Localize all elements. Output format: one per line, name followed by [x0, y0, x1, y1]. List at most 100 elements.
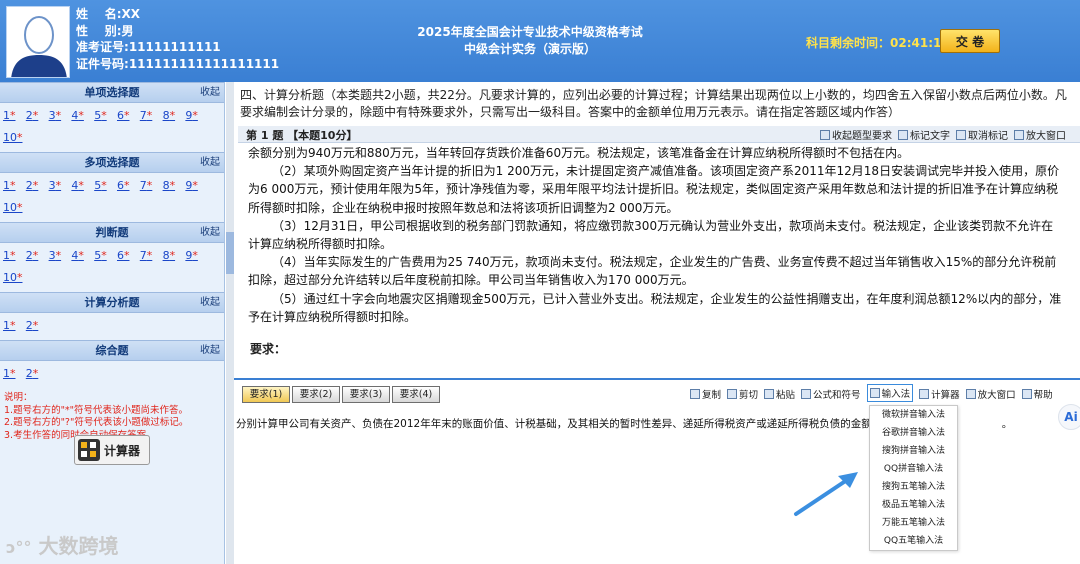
question-link[interactable]: 3* [49, 246, 72, 266]
question-link[interactable]: 2* [26, 364, 49, 384]
input-method-option[interactable]: QQ拼音输入法 [870, 460, 957, 478]
note-line: 2.题号右方的"?"符号代表该小题做过标记。 [4, 417, 189, 428]
formula-symbol-button[interactable]: 公式和符号 [801, 386, 861, 402]
input-method-option[interactable]: 搜狗五笔输入法 [870, 478, 957, 496]
unanswered-star-icon: * [123, 249, 130, 262]
unanswered-star-icon: * [10, 179, 16, 192]
question-link-number: 3 [48, 179, 56, 192]
question-link[interactable]: 10* [3, 268, 26, 288]
mark-text-icon [898, 129, 908, 140]
input-method-option[interactable]: 极品五笔输入法 [870, 496, 957, 514]
question-link-number: 2 [25, 319, 33, 332]
panel-splitter[interactable] [226, 82, 234, 564]
enlarge-window-button[interactable]: 放大窗口 [1014, 127, 1066, 142]
question-link[interactable]: 8* [163, 176, 186, 196]
collapse-section-button[interactable]: 收起 [200, 341, 220, 361]
question-link[interactable]: 1* [3, 246, 26, 266]
gender-label: 性 别: [76, 23, 122, 38]
tool-label: 剪切 [739, 390, 759, 401]
question-link[interactable]: 6* [117, 246, 140, 266]
collapse-requirements-button[interactable]: 收起题型要求 [820, 127, 892, 142]
input-method-option[interactable]: 谷歌拼音输入法 [870, 424, 957, 442]
collapse-section-button[interactable]: 收起 [200, 223, 220, 243]
input-method-button[interactable]: 输入法 [866, 384, 914, 402]
calculator-button[interactable]: 计算器 [74, 435, 150, 465]
unmark-button[interactable]: 取消标记 [956, 127, 1008, 142]
question-link[interactable]: 2* [26, 106, 49, 126]
question-link-number: 6 [116, 249, 124, 262]
person-silhouette-icon [7, 7, 69, 77]
question-link[interactable]: 3* [49, 176, 72, 196]
question-link[interactable]: 4* [71, 106, 94, 126]
cut-button[interactable]: 剪切 [727, 386, 758, 402]
unanswered-star-icon: * [32, 319, 39, 332]
question-link[interactable]: 1* [3, 316, 26, 336]
help-button[interactable]: 帮助 [1021, 386, 1053, 402]
answer-prompt-text: 分别计算甲公司有关资产、负债在2012年年末的账面价值、计税基础，及其相关的暂时… [236, 418, 872, 430]
question-link-number: 8 [162, 249, 170, 262]
watermark-text: 大数跨境 [38, 534, 119, 558]
question-link[interactable]: 7* [140, 246, 163, 266]
question-link[interactable]: 1* [3, 176, 26, 196]
question-link[interactable]: 9* [185, 176, 208, 196]
calculator-tool-icon [919, 389, 930, 399]
collapse-section-button[interactable]: 收起 [200, 153, 220, 173]
collapse-section-button[interactable]: 收起 [200, 83, 220, 103]
question-paragraph: （3）12月31日，甲公司根据收到的税务部门罚款通知，将应缴罚款300万元确认为… [248, 218, 1054, 252]
question-link[interactable]: 4* [71, 176, 94, 196]
question-link[interactable]: 1* [3, 364, 26, 384]
id-value: 111111111111111111 [128, 56, 280, 71]
ticket-label: 准考证号: [76, 40, 129, 54]
cut-icon [727, 389, 738, 399]
answer-tab[interactable]: 要求(4) [392, 386, 440, 403]
question-link[interactable]: 6* [117, 106, 140, 126]
question-link[interactable]: 2* [26, 246, 49, 266]
answer-tab[interactable]: 要求(3) [342, 386, 390, 403]
input-method-option[interactable]: 微软拼音输入法 [870, 406, 957, 424]
question-link[interactable]: 3* [49, 106, 72, 126]
question-link[interactable]: 7* [140, 106, 163, 126]
question-link[interactable]: 2* [26, 176, 49, 196]
question-link[interactable]: 1* [3, 106, 26, 126]
tool-label: 标记文字 [910, 131, 950, 142]
remaining-time: 科目剩余时间：02:41:15 [806, 34, 950, 51]
input-method-option[interactable]: 搜狗拼音输入法 [870, 442, 957, 460]
collapse-sidebar-handle[interactable] [226, 232, 234, 274]
enlarge-answer-button[interactable]: 放大窗口 [965, 386, 1016, 402]
answer-tab[interactable]: 要求(2) [292, 386, 340, 403]
name-label: 姓 名: [76, 7, 122, 21]
copy-button[interactable]: 复制 [690, 386, 721, 402]
question-link[interactable]: 5* [94, 176, 117, 196]
question-link[interactable]: 5* [94, 106, 117, 126]
collapse-section-button[interactable]: 收起 [200, 293, 220, 313]
question-link[interactable]: 5* [94, 246, 117, 266]
unanswered-star-icon: * [17, 131, 23, 144]
unanswered-star-icon: * [101, 109, 107, 122]
submit-exam-button[interactable]: 交 卷 [940, 29, 1000, 53]
question-link[interactable]: 2* [26, 316, 49, 336]
unanswered-star-icon: * [32, 109, 39, 122]
calculator-tool-button[interactable]: 计算器 [919, 386, 960, 402]
question-link[interactable]: 10* [3, 198, 26, 218]
question-link[interactable]: 9* [185, 246, 208, 266]
answer-tab[interactable]: 要求(1) [242, 386, 290, 403]
question-link[interactable]: 4* [71, 246, 94, 266]
candidate-photo [6, 6, 70, 78]
question-link[interactable]: 9* [185, 106, 208, 126]
paste-icon [764, 389, 775, 399]
question-link[interactable]: 8* [163, 106, 186, 126]
collapse-requirements-icon [820, 129, 830, 140]
input-method-option[interactable]: QQ五笔输入法 [870, 532, 957, 550]
question-link[interactable]: 10* [3, 128, 26, 148]
question-link[interactable]: 7* [140, 176, 163, 196]
question-grid: 1* 2* [0, 361, 224, 388]
exam-title: 2025年度全国会计专业技术中级资格考试 中级会计实务（演示版） [360, 24, 700, 58]
paste-button[interactable]: 粘贴 [764, 386, 795, 402]
question-link[interactable]: 6* [117, 176, 140, 196]
tool-label: 取消标记 [968, 131, 1008, 142]
ai-assistant-button[interactable]: Ai [1058, 404, 1080, 430]
question-link[interactable]: 8* [163, 246, 186, 266]
mark-text-button[interactable]: 标记文字 [898, 127, 950, 142]
input-method-option[interactable]: 万能五笔输入法 [870, 514, 957, 532]
unanswered-star-icon: * [55, 249, 62, 262]
